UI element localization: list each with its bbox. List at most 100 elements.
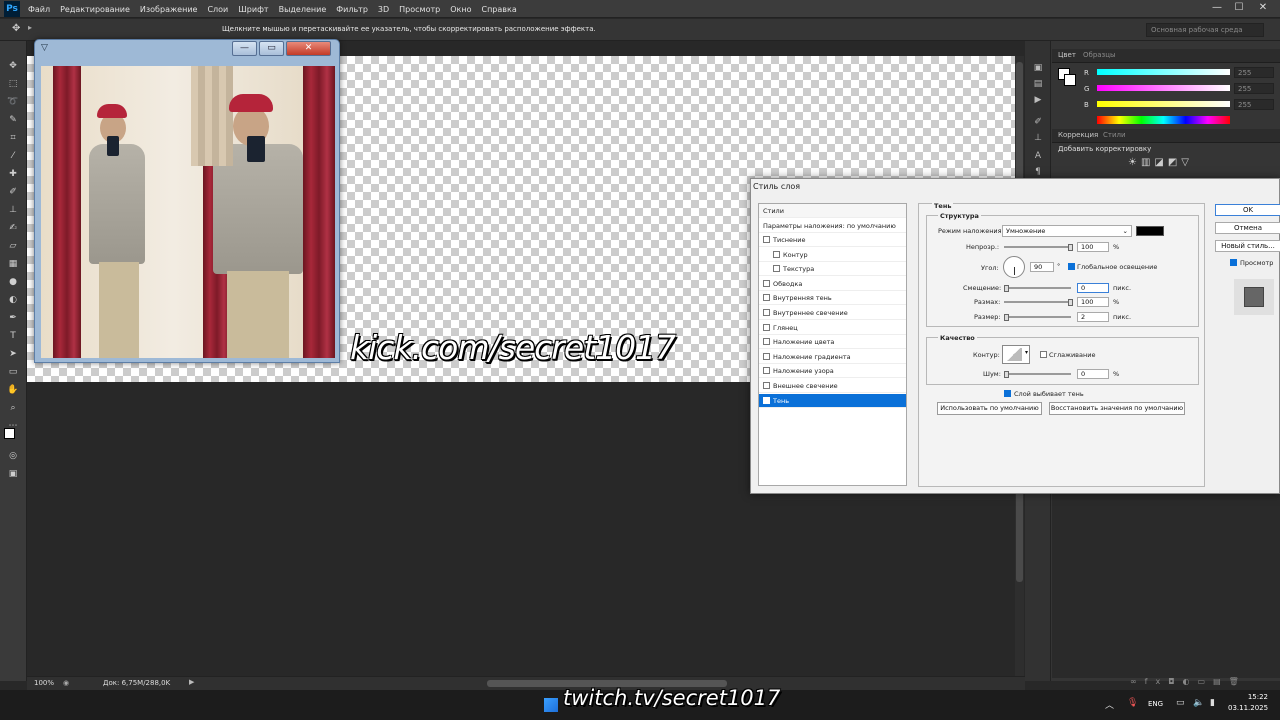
color-spectrum-bar[interactable] bbox=[1097, 116, 1230, 124]
style-item-checkbox[interactable] bbox=[763, 352, 770, 360]
eyedropper-icon[interactable]: ⁄ bbox=[6, 149, 20, 163]
type-icon[interactable]: T bbox=[6, 329, 20, 343]
style-item[interactable]: Тень bbox=[759, 393, 906, 408]
volume-icon[interactable]: 🔈 bbox=[1193, 698, 1204, 708]
noise-slider-knob[interactable] bbox=[1004, 371, 1009, 378]
opacity-input[interactable]: 100 bbox=[1077, 242, 1109, 252]
style-item[interactable]: Обводка bbox=[759, 277, 906, 291]
spread-slider[interactable] bbox=[1004, 301, 1071, 303]
menu-item[interactable]: Выделение bbox=[279, 5, 327, 14]
style-item-checkbox[interactable] bbox=[763, 367, 770, 375]
blend-mode-select[interactable]: Умножение ⌄ bbox=[1002, 225, 1132, 237]
size-slider[interactable] bbox=[1004, 316, 1071, 318]
size-input[interactable]: 2 bbox=[1077, 312, 1109, 322]
microphone-icon[interactable]: 🎙 bbox=[1127, 698, 1138, 708]
menu-item[interactable]: Просмотр bbox=[399, 5, 440, 14]
reset-default-button[interactable]: Восстановить значения по умолчанию bbox=[1049, 402, 1185, 415]
spread-slider-knob[interactable] bbox=[1068, 299, 1073, 306]
style-item-checkbox[interactable] bbox=[763, 294, 770, 302]
antialias-checkbox[interactable] bbox=[1040, 351, 1047, 358]
foreground-color-swatch[interactable] bbox=[4, 428, 15, 439]
size-slider-knob[interactable] bbox=[1004, 314, 1009, 321]
menu-item[interactable]: Окно bbox=[450, 5, 471, 14]
new-style-button[interactable]: Новый стиль... bbox=[1215, 240, 1280, 252]
opacity-slider[interactable] bbox=[1004, 246, 1071, 248]
channel-b-value[interactable]: 255 bbox=[1234, 99, 1274, 110]
clock-time[interactable]: 15:22 bbox=[1232, 693, 1268, 701]
hand-icon[interactable]: ✋ bbox=[6, 383, 20, 397]
menu-item[interactable]: Фильтр bbox=[336, 5, 368, 14]
network-icon[interactable]: ▭ bbox=[1176, 698, 1185, 708]
workspace-select[interactable]: Основная рабочая среда bbox=[1146, 23, 1264, 37]
tab-color[interactable]: Цвет bbox=[1058, 51, 1076, 59]
shape-icon[interactable]: ▭ bbox=[6, 365, 20, 379]
style-item-checkbox[interactable] bbox=[763, 338, 770, 346]
history-brush-icon[interactable]: ✍ bbox=[6, 221, 20, 235]
healing-icon[interactable]: ✚ bbox=[6, 167, 20, 181]
pen-icon[interactable]: ✒ bbox=[6, 311, 20, 325]
menu-item[interactable]: Редактирование bbox=[60, 5, 130, 14]
styles-header[interactable]: Стили bbox=[759, 204, 906, 218]
angle-input[interactable]: 90 bbox=[1030, 262, 1054, 272]
gradient-icon[interactable]: ▦ bbox=[6, 257, 20, 271]
menu-item[interactable]: 3D bbox=[378, 5, 389, 14]
style-item-checkbox[interactable] bbox=[763, 323, 770, 331]
path-select-icon[interactable]: ➤ bbox=[6, 347, 20, 361]
eraser-icon[interactable]: ▱ bbox=[6, 239, 20, 253]
tool-preset-arrow-icon[interactable]: ▸ bbox=[28, 23, 32, 32]
style-item[interactable]: Внешнее свечение bbox=[759, 379, 906, 393]
zoom-icon[interactable]: ⌕ bbox=[6, 401, 20, 415]
actions-panel-icon[interactable]: ▶ bbox=[1032, 94, 1044, 106]
stamp-icon[interactable]: ⊥ bbox=[6, 203, 20, 217]
make-default-button[interactable]: Использовать по умолчанию bbox=[937, 402, 1042, 415]
style-item-checkbox[interactable] bbox=[773, 265, 780, 273]
style-item[interactable]: Внутренняя тень bbox=[759, 291, 906, 306]
style-item[interactable]: Контур bbox=[759, 248, 906, 262]
adjustment-icons[interactable]: ☀▥◪◩▽ bbox=[1128, 157, 1193, 168]
move-tool-icon[interactable]: ✥ bbox=[12, 23, 20, 34]
paragraph-panel-icon[interactable]: ¶ bbox=[1032, 166, 1044, 178]
layers-footer-icons[interactable]: ∞fx◘◐▭▤🗑 bbox=[1130, 677, 1247, 686]
style-item[interactable]: Наложение узора bbox=[759, 364, 906, 379]
style-item-checkbox[interactable] bbox=[763, 396, 770, 404]
brush-icon[interactable]: ✐ bbox=[6, 185, 20, 199]
channel-b-slider[interactable] bbox=[1097, 101, 1230, 107]
channel-r-slider[interactable] bbox=[1097, 69, 1230, 75]
style-item[interactable]: Наложение градиента bbox=[759, 350, 906, 364]
bg-color-chip[interactable] bbox=[1064, 74, 1076, 86]
photo-maximize-button[interactable]: ▭ bbox=[259, 41, 284, 56]
quick-mask-icon[interactable]: ◎ bbox=[6, 449, 20, 463]
menu-item[interactable]: Изображение bbox=[140, 5, 198, 14]
preview-checkbox[interactable] bbox=[1230, 259, 1237, 266]
menu-item[interactable]: Справка bbox=[481, 5, 516, 14]
style-item[interactable]: Внутреннее свечение bbox=[759, 306, 906, 320]
history-panel-icon[interactable]: ▣ bbox=[1032, 62, 1044, 74]
style-item-checkbox[interactable] bbox=[763, 382, 770, 389]
clock-date[interactable]: 03.11.2025 bbox=[1228, 704, 1268, 712]
photo-close-button[interactable]: ✕ bbox=[286, 41, 331, 56]
close-icon[interactable]: ✕ bbox=[1254, 0, 1272, 16]
windows-start-icon[interactable] bbox=[544, 698, 558, 712]
status-menu-arrow-icon[interactable]: ▶ bbox=[189, 678, 194, 686]
clone-panel-icon[interactable]: ⊥ bbox=[1032, 132, 1044, 144]
opacity-slider-knob[interactable] bbox=[1068, 244, 1073, 251]
style-item-checkbox[interactable] bbox=[763, 236, 770, 243]
marquee-icon[interactable]: ⬚ bbox=[6, 77, 20, 91]
photo-minimize-button[interactable]: — bbox=[232, 41, 257, 56]
lasso-icon[interactable]: ➰ bbox=[6, 95, 20, 109]
status-icon[interactable]: ◉ bbox=[63, 679, 69, 687]
character-panel-icon[interactable]: A bbox=[1032, 150, 1044, 162]
language-indicator[interactable]: ENG bbox=[1148, 700, 1163, 708]
blur-icon[interactable]: ● bbox=[6, 275, 20, 289]
spread-input[interactable]: 100 bbox=[1077, 297, 1109, 307]
ok-button[interactable]: OK bbox=[1215, 204, 1280, 216]
style-item[interactable]: Наложение цвета bbox=[759, 335, 906, 350]
style-item-checkbox[interactable] bbox=[763, 309, 770, 316]
contour-picker[interactable]: ▾ bbox=[1002, 345, 1030, 364]
blending-options-item[interactable]: Параметры наложения: по умолчанию bbox=[759, 219, 906, 233]
distance-slider[interactable] bbox=[1004, 287, 1071, 289]
tray-expand-icon[interactable]: ︿ bbox=[1105, 698, 1114, 711]
tab-adjustments[interactable]: Коррекция bbox=[1058, 131, 1098, 139]
noise-input[interactable]: 0 bbox=[1077, 369, 1109, 379]
style-item[interactable]: Тиснение bbox=[759, 233, 906, 247]
